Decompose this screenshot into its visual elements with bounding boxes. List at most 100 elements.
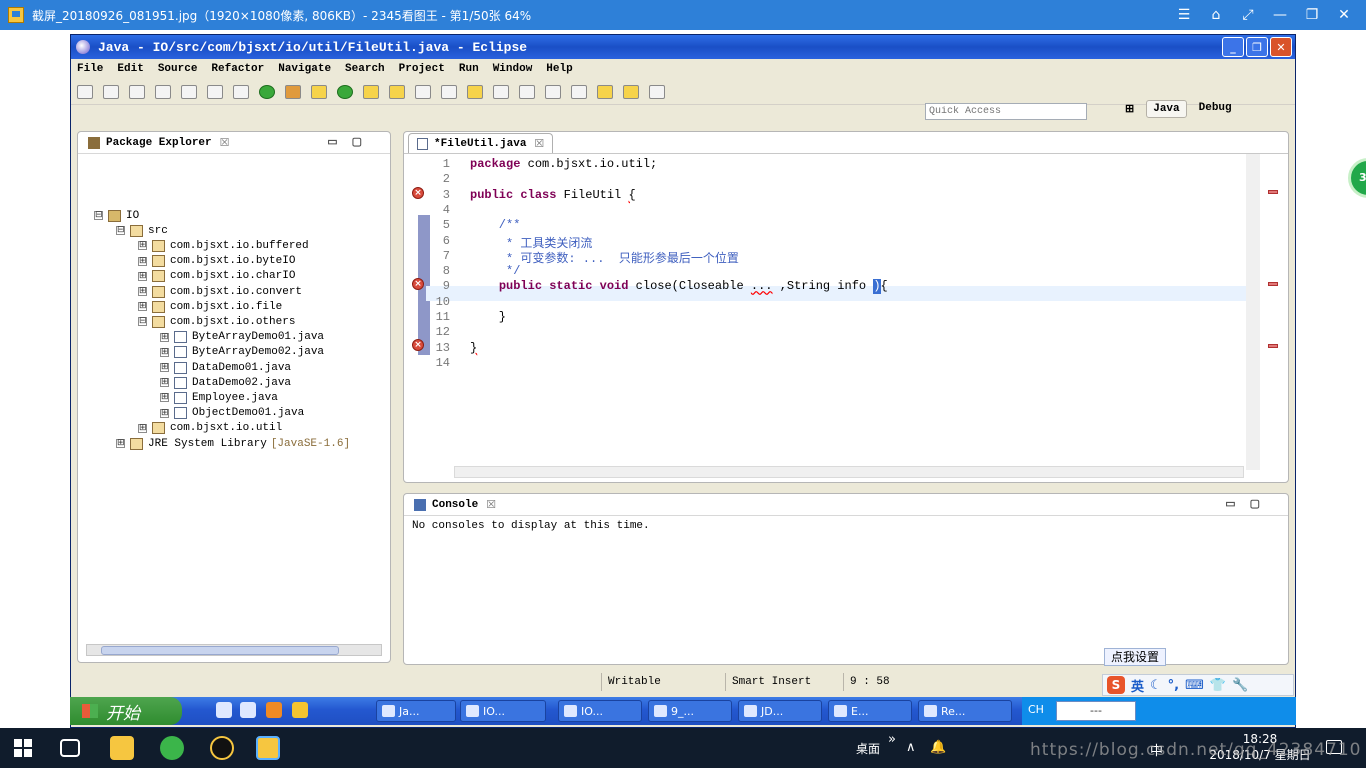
expander-icon[interactable]: ⊞ xyxy=(138,241,147,251)
minimize-maximize-icons[interactable]: ▭▢ xyxy=(1225,497,1274,511)
search-icon[interactable] xyxy=(415,84,431,99)
pin-icon[interactable] xyxy=(649,84,665,99)
task-9[interactable]: 9_... xyxy=(648,700,732,722)
expander-icon[interactable]: ⊞ xyxy=(138,271,147,281)
new-java-project-icon[interactable] xyxy=(311,84,327,99)
windows-start-icon[interactable] xyxy=(14,739,32,757)
input-lang[interactable]: CH xyxy=(1028,703,1044,716)
forward-icon[interactable] xyxy=(623,84,639,99)
file-explorer-icon[interactable] xyxy=(110,736,134,760)
error-marker[interactable] xyxy=(1268,344,1278,348)
menu-project[interactable]: Project xyxy=(399,63,445,75)
task-java[interactable]: Ja... xyxy=(376,700,456,722)
expander-icon[interactable]: ⊞ xyxy=(160,332,169,342)
ie-icon[interactable] xyxy=(216,702,232,718)
tree-node[interactable]: ⊞ com.bjsxt.io.file xyxy=(138,299,282,314)
perspective-java[interactable]: Java xyxy=(1146,100,1187,118)
code-area[interactable]: 1 package com.bjsxt.io.util; 2 3 public clas… xyxy=(426,155,1248,451)
task-jd[interactable]: JD... xyxy=(738,700,822,722)
horizontal-scrollbar[interactable] xyxy=(86,644,382,656)
new-icon[interactable] xyxy=(77,84,93,99)
minimize-button[interactable]: _ xyxy=(1222,37,1244,57)
task-io-1[interactable]: IO... xyxy=(460,700,546,722)
task-view-icon[interactable] xyxy=(60,739,80,757)
tree-node[interactable]: ⊞ Employee.java xyxy=(160,390,278,405)
tree-node[interactable]: ⊞ DataDemo01.java xyxy=(160,360,291,375)
expander-icon[interactable]: ⊟ xyxy=(94,211,103,220)
error-marker[interactable] xyxy=(1268,190,1278,194)
expander-icon[interactable]: ⊞ xyxy=(116,439,125,448)
menu-icon[interactable]: ☰ xyxy=(1168,0,1200,30)
open-type-icon[interactable] xyxy=(363,84,379,99)
menu-refactor[interactable]: Refactor xyxy=(211,63,264,75)
fullscreen-icon[interactable]: ⤢ xyxy=(1232,0,1264,30)
close-button[interactable]: ✕ xyxy=(1270,37,1292,57)
close-view-icon[interactable]: ☒ xyxy=(486,498,496,512)
ime-lang-toggle[interactable]: 英 xyxy=(1131,676,1144,695)
menu-file[interactable]: File xyxy=(77,63,103,75)
close-icon[interactable]: ✕ xyxy=(1328,0,1360,30)
tree-node[interactable]: ⊞ DataDemo02.java xyxy=(160,375,291,390)
close-tab-icon[interactable]: ☒ xyxy=(534,137,544,151)
expander-icon[interactable]: ⊟ xyxy=(138,317,147,327)
tree-node[interactable]: ⊞ ByteArrayDemo02.java xyxy=(160,345,324,360)
annotation-icon[interactable] xyxy=(441,84,457,99)
expander-icon[interactable]: ⊞ xyxy=(138,423,147,433)
run-icon[interactable] xyxy=(259,84,275,99)
tree-node[interactable]: ⊞ com.bjsxt.io.byteIO xyxy=(138,254,295,269)
moon-icon[interactable]: ☾ xyxy=(1150,678,1162,693)
new-class-icon[interactable] xyxy=(337,84,353,99)
ie2-icon[interactable] xyxy=(240,702,256,718)
back-icon[interactable] xyxy=(597,84,613,99)
tray-overflow-icon[interactable]: ∧ xyxy=(906,740,916,755)
menu-source[interactable]: Source xyxy=(158,63,198,75)
horizontal-scrollbar[interactable] xyxy=(454,466,1244,478)
expander-icon[interactable]: ⊞ xyxy=(138,287,147,296)
task-io-2[interactable]: IO... xyxy=(558,700,642,722)
save-all-icon[interactable] xyxy=(155,84,171,99)
next-annotation-icon[interactable] xyxy=(545,84,561,99)
expander-icon[interactable]: ⊞ xyxy=(160,378,169,388)
whitespace-icon[interactable] xyxy=(519,84,535,99)
menu-help[interactable]: Help xyxy=(546,63,572,75)
editor-tab-fileutil[interactable]: *FileUtil.java ☒ xyxy=(408,133,554,153)
minimize-maximize-icons[interactable]: ▭▢ xyxy=(327,135,376,149)
tree-node[interactable]: ⊟ src xyxy=(116,223,168,238)
block-select-icon[interactable] xyxy=(493,84,509,99)
expander-icon[interactable]: ⊞ xyxy=(160,393,169,403)
tree-node[interactable]: ⊟ IO xyxy=(94,208,139,223)
expander-icon[interactable]: ⊞ xyxy=(160,363,169,372)
new-dropdown-icon[interactable] xyxy=(103,84,119,99)
xp-start-button[interactable]: 开始 xyxy=(70,697,182,725)
open-perspective-icon[interactable]: ⊞ xyxy=(1119,100,1140,118)
browser-icon[interactable] xyxy=(160,736,184,760)
task-e[interactable]: E... xyxy=(828,700,912,722)
skin-icon[interactable]: ⌂ xyxy=(1200,0,1232,30)
quick-access-input[interactable] xyxy=(925,103,1087,120)
image-viewer-taskbar-icon[interactable] xyxy=(256,736,280,760)
expander-icon[interactable]: ⊟ xyxy=(116,226,125,236)
tree-node[interactable]: ⊞ ObjectDemo01.java xyxy=(160,406,304,421)
settings-icon[interactable] xyxy=(292,702,308,718)
error-marker[interactable] xyxy=(1268,282,1278,286)
prev-annotation-icon[interactable] xyxy=(571,84,587,99)
toolbar-chevron-icon[interactable]: » xyxy=(888,732,896,747)
tree-node[interactable]: ⊟ com.bjsxt.io.others xyxy=(138,314,295,329)
notification-bell-icon[interactable]: 🔔 xyxy=(930,740,946,755)
language-bar[interactable]: --- xyxy=(1056,701,1136,721)
minimize-icon[interactable]: — xyxy=(1264,0,1296,30)
menu-edit[interactable]: Edit xyxy=(117,63,143,75)
external-tools-icon[interactable] xyxy=(285,84,301,99)
maximize-icon[interactable]: ❐ xyxy=(1296,0,1328,30)
skin-icon[interactable]: 👕 xyxy=(1210,678,1226,693)
tree-node[interactable]: ⊞ com.bjsxt.io.convert xyxy=(138,284,302,299)
menu-navigate[interactable]: Navigate xyxy=(278,63,331,75)
tree-node[interactable]: ⊞ com.bjsxt.io.util xyxy=(138,421,282,436)
firefox-icon[interactable] xyxy=(266,702,282,718)
menu-search[interactable]: Search xyxy=(345,63,385,75)
maximize-button[interactable]: ❐ xyxy=(1246,37,1268,57)
tree-node[interactable]: ⊞ JRE System Library [JavaSE-1.6] xyxy=(116,436,350,451)
menu-window[interactable]: Window xyxy=(493,63,533,75)
console-tab[interactable]: Console ☒ ▭▢ xyxy=(404,494,1288,516)
tree-node[interactable]: ⊞ com.bjsxt.io.buffered xyxy=(138,238,309,253)
